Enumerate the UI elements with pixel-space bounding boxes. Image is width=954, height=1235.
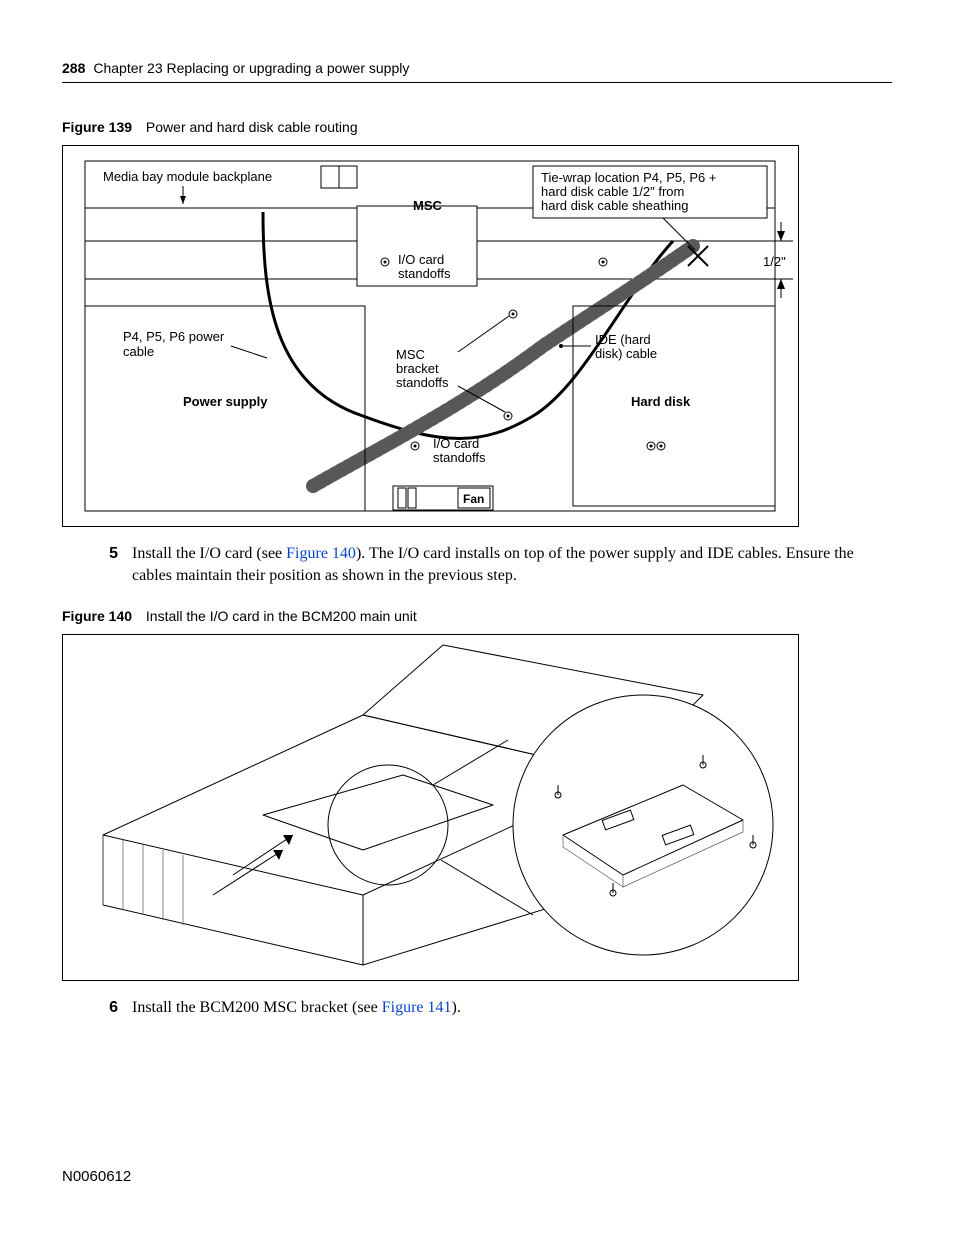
step-number: 6 (62, 997, 132, 1019)
running-header: 288 Chapter 23 Replacing or upgrading a … (62, 60, 892, 83)
svg-text:bracket: bracket (396, 361, 439, 376)
link-figure-141[interactable]: Figure 141 (382, 999, 452, 1016)
svg-text:P4, P5, P6 power: P4, P5, P6 power (123, 329, 225, 344)
svg-text:Hard disk: Hard disk (631, 394, 691, 409)
svg-text:standoffs: standoffs (433, 450, 486, 465)
svg-text:1/2": 1/2" (763, 254, 786, 269)
figure-140 (62, 634, 799, 981)
svg-text:Media bay module backplane: Media bay module backplane (103, 169, 272, 184)
link-figure-140[interactable]: Figure 140 (286, 545, 356, 562)
figure-139-caption: Figure 139 Power and hard disk cable rou… (62, 119, 892, 135)
page: 288 Chapter 23 Replacing or upgrading a … (0, 0, 954, 1235)
step-body: Install the I/O card (see Figure 140). T… (132, 543, 892, 586)
svg-text:I/O card: I/O card (433, 436, 479, 451)
step-5: 5 Install the I/O card (see Figure 140).… (62, 543, 892, 586)
chapter-title: Chapter 23 Replacing or upgrading a powe… (93, 60, 409, 76)
step-body: Install the BCM200 MSC bracket (see Figu… (132, 997, 892, 1019)
svg-text:disk) cable: disk) cable (595, 346, 657, 361)
svg-text:Fan: Fan (463, 492, 484, 506)
svg-text:standoffs: standoffs (398, 266, 451, 281)
svg-text:standoffs: standoffs (396, 375, 449, 390)
svg-text:Power supply: Power supply (183, 394, 268, 409)
svg-text:MSC: MSC (413, 198, 443, 213)
figure-number: Figure 140 (62, 608, 132, 624)
svg-text:MSC: MSC (396, 347, 425, 362)
figure-139: Tie-wrap location P4, P5, P6 + hard disk… (62, 145, 799, 527)
svg-text:cable: cable (123, 344, 154, 359)
figure-140-caption: Figure 140 Install the I/O card in the B… (62, 608, 892, 624)
svg-text:I/O card: I/O card (398, 252, 444, 267)
figure-number: Figure 139 (62, 119, 132, 135)
step-number: 5 (62, 543, 132, 586)
svg-text:hard disk cable sheathing: hard disk cable sheathing (541, 198, 688, 213)
figure-title: Install the I/O card in the BCM200 main … (146, 608, 417, 624)
doc-id: N0060612 (62, 1168, 131, 1185)
svg-text:Tie-wrap location P4, P5, P6 +: Tie-wrap location P4, P5, P6 + (541, 170, 716, 185)
page-number: 288 (62, 60, 85, 76)
step-6: 6 Install the BCM200 MSC bracket (see Fi… (62, 997, 892, 1019)
svg-text:IDE (hard: IDE (hard (595, 332, 651, 347)
figure-title: Power and hard disk cable routing (146, 119, 358, 135)
svg-text:hard disk cable 1/2" from: hard disk cable 1/2" from (541, 184, 684, 199)
